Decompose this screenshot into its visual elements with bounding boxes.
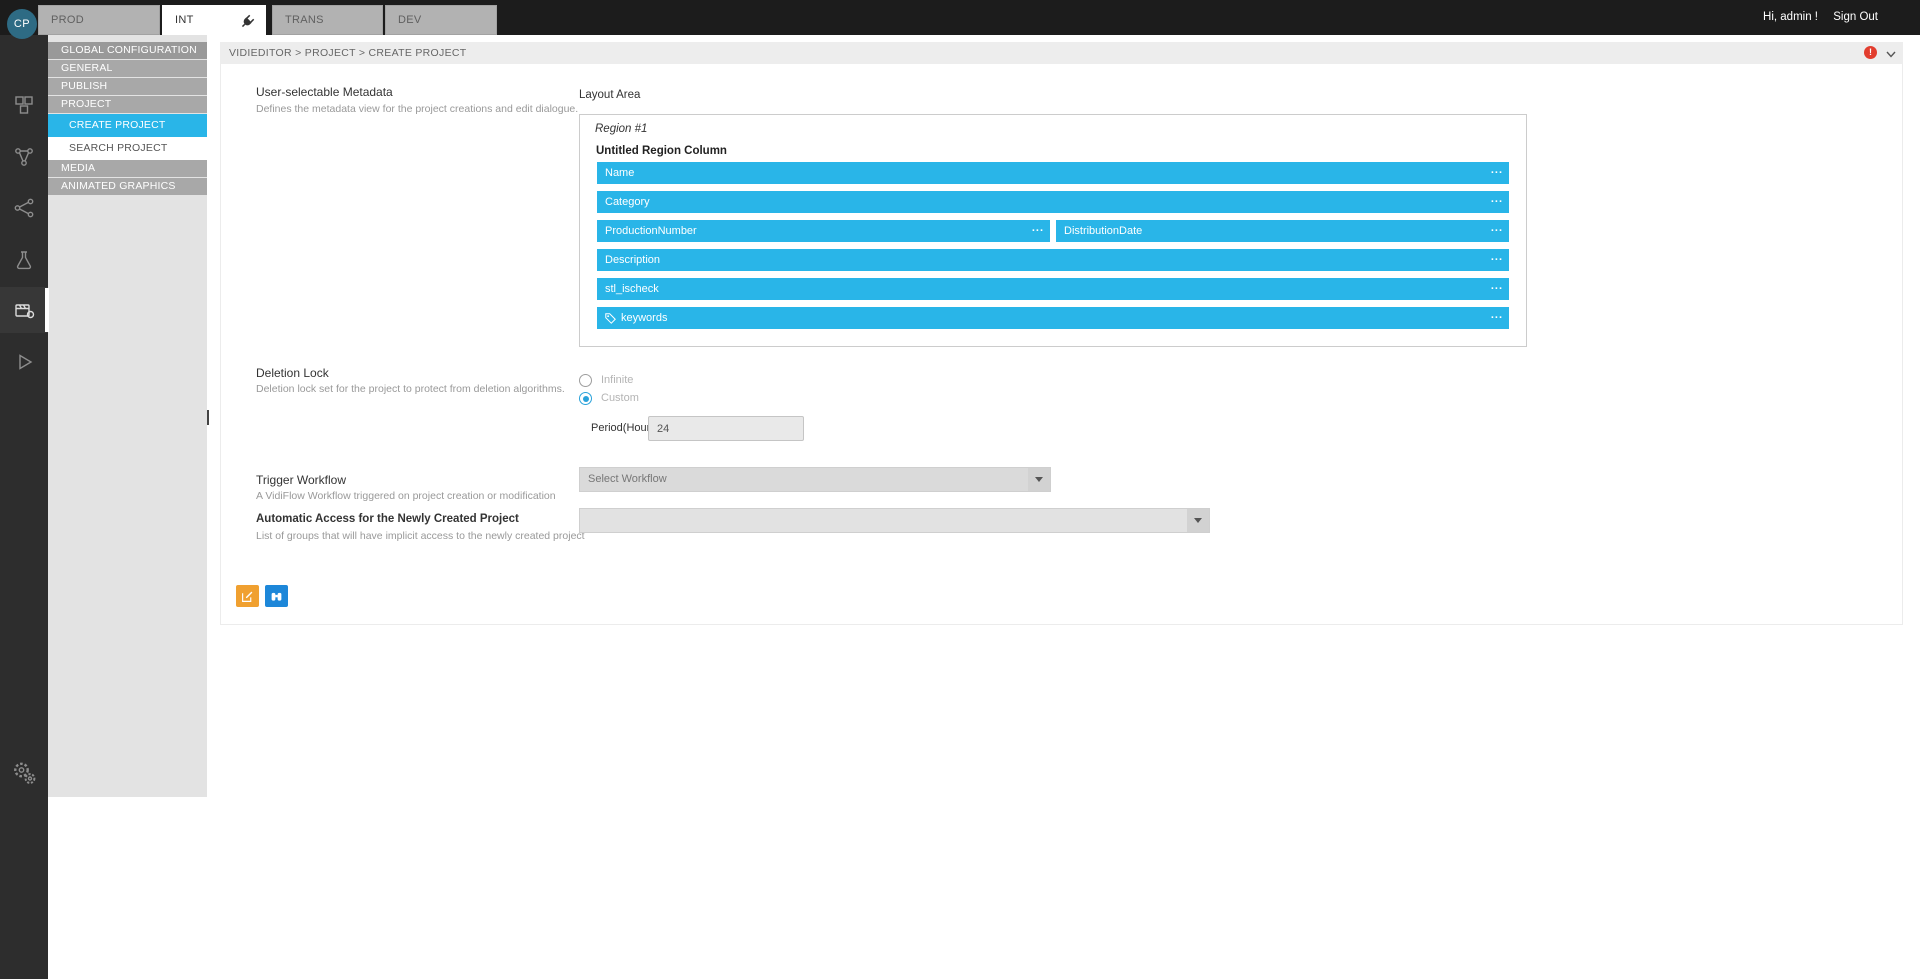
sidebar-item-media[interactable]: MEDIA [48, 160, 207, 177]
sidebar-item-create-project[interactable]: CREATE PROJECT [48, 114, 207, 137]
field-options-button[interactable]: ... [1491, 304, 1503, 326]
workflow-button[interactable] [0, 134, 48, 180]
chevron-down-icon[interactable] [1886, 49, 1896, 61]
workflow-select-value: Select Workflow [580, 468, 1050, 491]
caret-down-icon [1194, 518, 1202, 523]
sidebar-item-publish[interactable]: PUBLISH [48, 78, 207, 95]
field-options-button[interactable]: ... [1491, 275, 1503, 297]
sidebar-item-animated-graphics[interactable]: ANIMATED GRAPHICS [48, 178, 207, 195]
lab-button[interactable] [0, 237, 48, 283]
layout-region: Region #1 Untitled Region Column Name ..… [579, 114, 1527, 347]
region-column-title: Untitled Region Column [596, 145, 727, 157]
metadata-field-description[interactable]: Description ... [597, 249, 1509, 271]
edit-button[interactable] [236, 585, 259, 607]
top-bar: PROD INT TRANS DEV Hi, admin ! Sign Out [0, 0, 1920, 35]
metadata-field-distribution-date[interactable]: DistributionDate ... [1056, 220, 1509, 242]
breadcrumb: VIDIEDITOR > PROJECT > CREATE PROJECT [220, 42, 1903, 64]
field-options-button[interactable]: ... [1491, 217, 1503, 239]
deletion-lock-title: Deletion Lock [256, 366, 329, 380]
field-options-button[interactable]: ... [1032, 217, 1044, 239]
metadata-field-category[interactable]: Category ... [597, 191, 1509, 213]
caret-down-icon [1035, 477, 1043, 482]
workflow-select-arrow[interactable] [1028, 468, 1050, 491]
access-groups-select-arrow[interactable] [1187, 509, 1209, 532]
product-icon-rail [0, 35, 48, 979]
auto-access-title: Automatic Access for the Newly Created P… [256, 513, 519, 525]
field-label: DistributionDate [1064, 220, 1142, 242]
field-label: Category [605, 191, 650, 213]
avatar: CP [7, 9, 37, 39]
env-tab-trans[interactable]: TRANS [272, 5, 383, 35]
user-greeting: Hi, admin ! [1763, 0, 1818, 35]
field-options-button[interactable]: ... [1491, 246, 1503, 268]
sidebar-item-search-project[interactable]: SEARCH PROJECT [48, 137, 207, 160]
settings-button[interactable] [0, 750, 48, 796]
modules-button[interactable] [0, 82, 48, 128]
period-hours-input[interactable] [648, 416, 804, 441]
auto-access-description: List of groups that will have implicit a… [256, 530, 585, 542]
trigger-workflow-description: A VidiFlow Workflow triggered on project… [256, 490, 556, 502]
breadcrumb-bar: VIDIEDITOR > PROJECT > CREATE PROJECT ! [220, 42, 1903, 64]
access-groups-select[interactable] [579, 508, 1210, 533]
error-badge[interactable]: ! [1864, 46, 1877, 59]
custom-radio-label: Custom [601, 392, 639, 405]
field-options-button[interactable]: ... [1491, 159, 1503, 181]
env-tab-int[interactable]: INT [162, 5, 266, 35]
workflow-select[interactable]: Select Workflow [579, 467, 1051, 492]
env-tab-int-label: INT [175, 14, 194, 26]
metadata-field-name[interactable]: Name ... [597, 162, 1509, 184]
create-project-form: User-selectable Metadata Defines the met… [220, 64, 1903, 625]
field-label: stl_ischeck [605, 278, 659, 300]
deletion-lock-description: Deletion lock set for the project to pro… [256, 383, 565, 395]
field-label: keywords [621, 307, 667, 329]
sign-out-link[interactable]: Sign Out [1833, 0, 1878, 35]
preview-button[interactable] [265, 585, 288, 607]
binoculars-icon [270, 590, 283, 603]
field-label: ProductionNumber [605, 220, 697, 242]
metadata-field-production-number[interactable]: ProductionNumber ... [597, 220, 1050, 242]
sidebar-resize-handle[interactable] [207, 410, 209, 425]
metadata-section-description: Defines the metadata view for the projec… [256, 103, 578, 115]
tag-icon [605, 313, 616, 324]
field-label: Name [605, 162, 634, 184]
metadata-field-stl-ischeck[interactable]: stl_ischeck ... [597, 278, 1509, 300]
pencil-icon [241, 590, 254, 603]
infinite-radio-label: Infinite [601, 374, 633, 387]
custom-radio[interactable] [579, 392, 592, 405]
editor-button-active[interactable] [0, 287, 48, 333]
player-button[interactable] [0, 339, 48, 385]
modules-icon [13, 94, 35, 116]
integration-button[interactable] [0, 185, 48, 231]
config-sidebar: GLOBAL CONFIGURATION GENERAL PUBLISH PRO… [48, 35, 207, 797]
gears-icon [11, 760, 37, 786]
field-label: Description [605, 249, 660, 271]
field-options-button[interactable]: ... [1491, 188, 1503, 210]
metadata-field-keywords[interactable]: keywords ... [597, 307, 1509, 329]
metadata-field-list: Name ... Category ... ProductionNumber .… [597, 162, 1509, 336]
plug-icon [238, 10, 259, 31]
workflow-icon [13, 146, 35, 168]
region-title: Region #1 [595, 123, 647, 135]
editor-icon [13, 299, 35, 321]
sidebar-item-global-configuration[interactable]: GLOBAL CONFIGURATION [48, 42, 207, 59]
trigger-workflow-title: Trigger Workflow [256, 473, 346, 487]
sidebar-item-project[interactable]: PROJECT [48, 96, 207, 113]
integration-icon [13, 197, 35, 219]
env-tab-dev[interactable]: DEV [385, 5, 497, 35]
layout-area-label: Layout Area [579, 89, 640, 101]
play-icon [13, 351, 35, 373]
metadata-section-title: User-selectable Metadata [256, 85, 393, 99]
flask-icon [13, 249, 35, 271]
sidebar-item-general[interactable]: GENERAL [48, 60, 207, 77]
infinite-radio[interactable] [579, 374, 592, 387]
env-tab-prod[interactable]: PROD [38, 5, 160, 35]
